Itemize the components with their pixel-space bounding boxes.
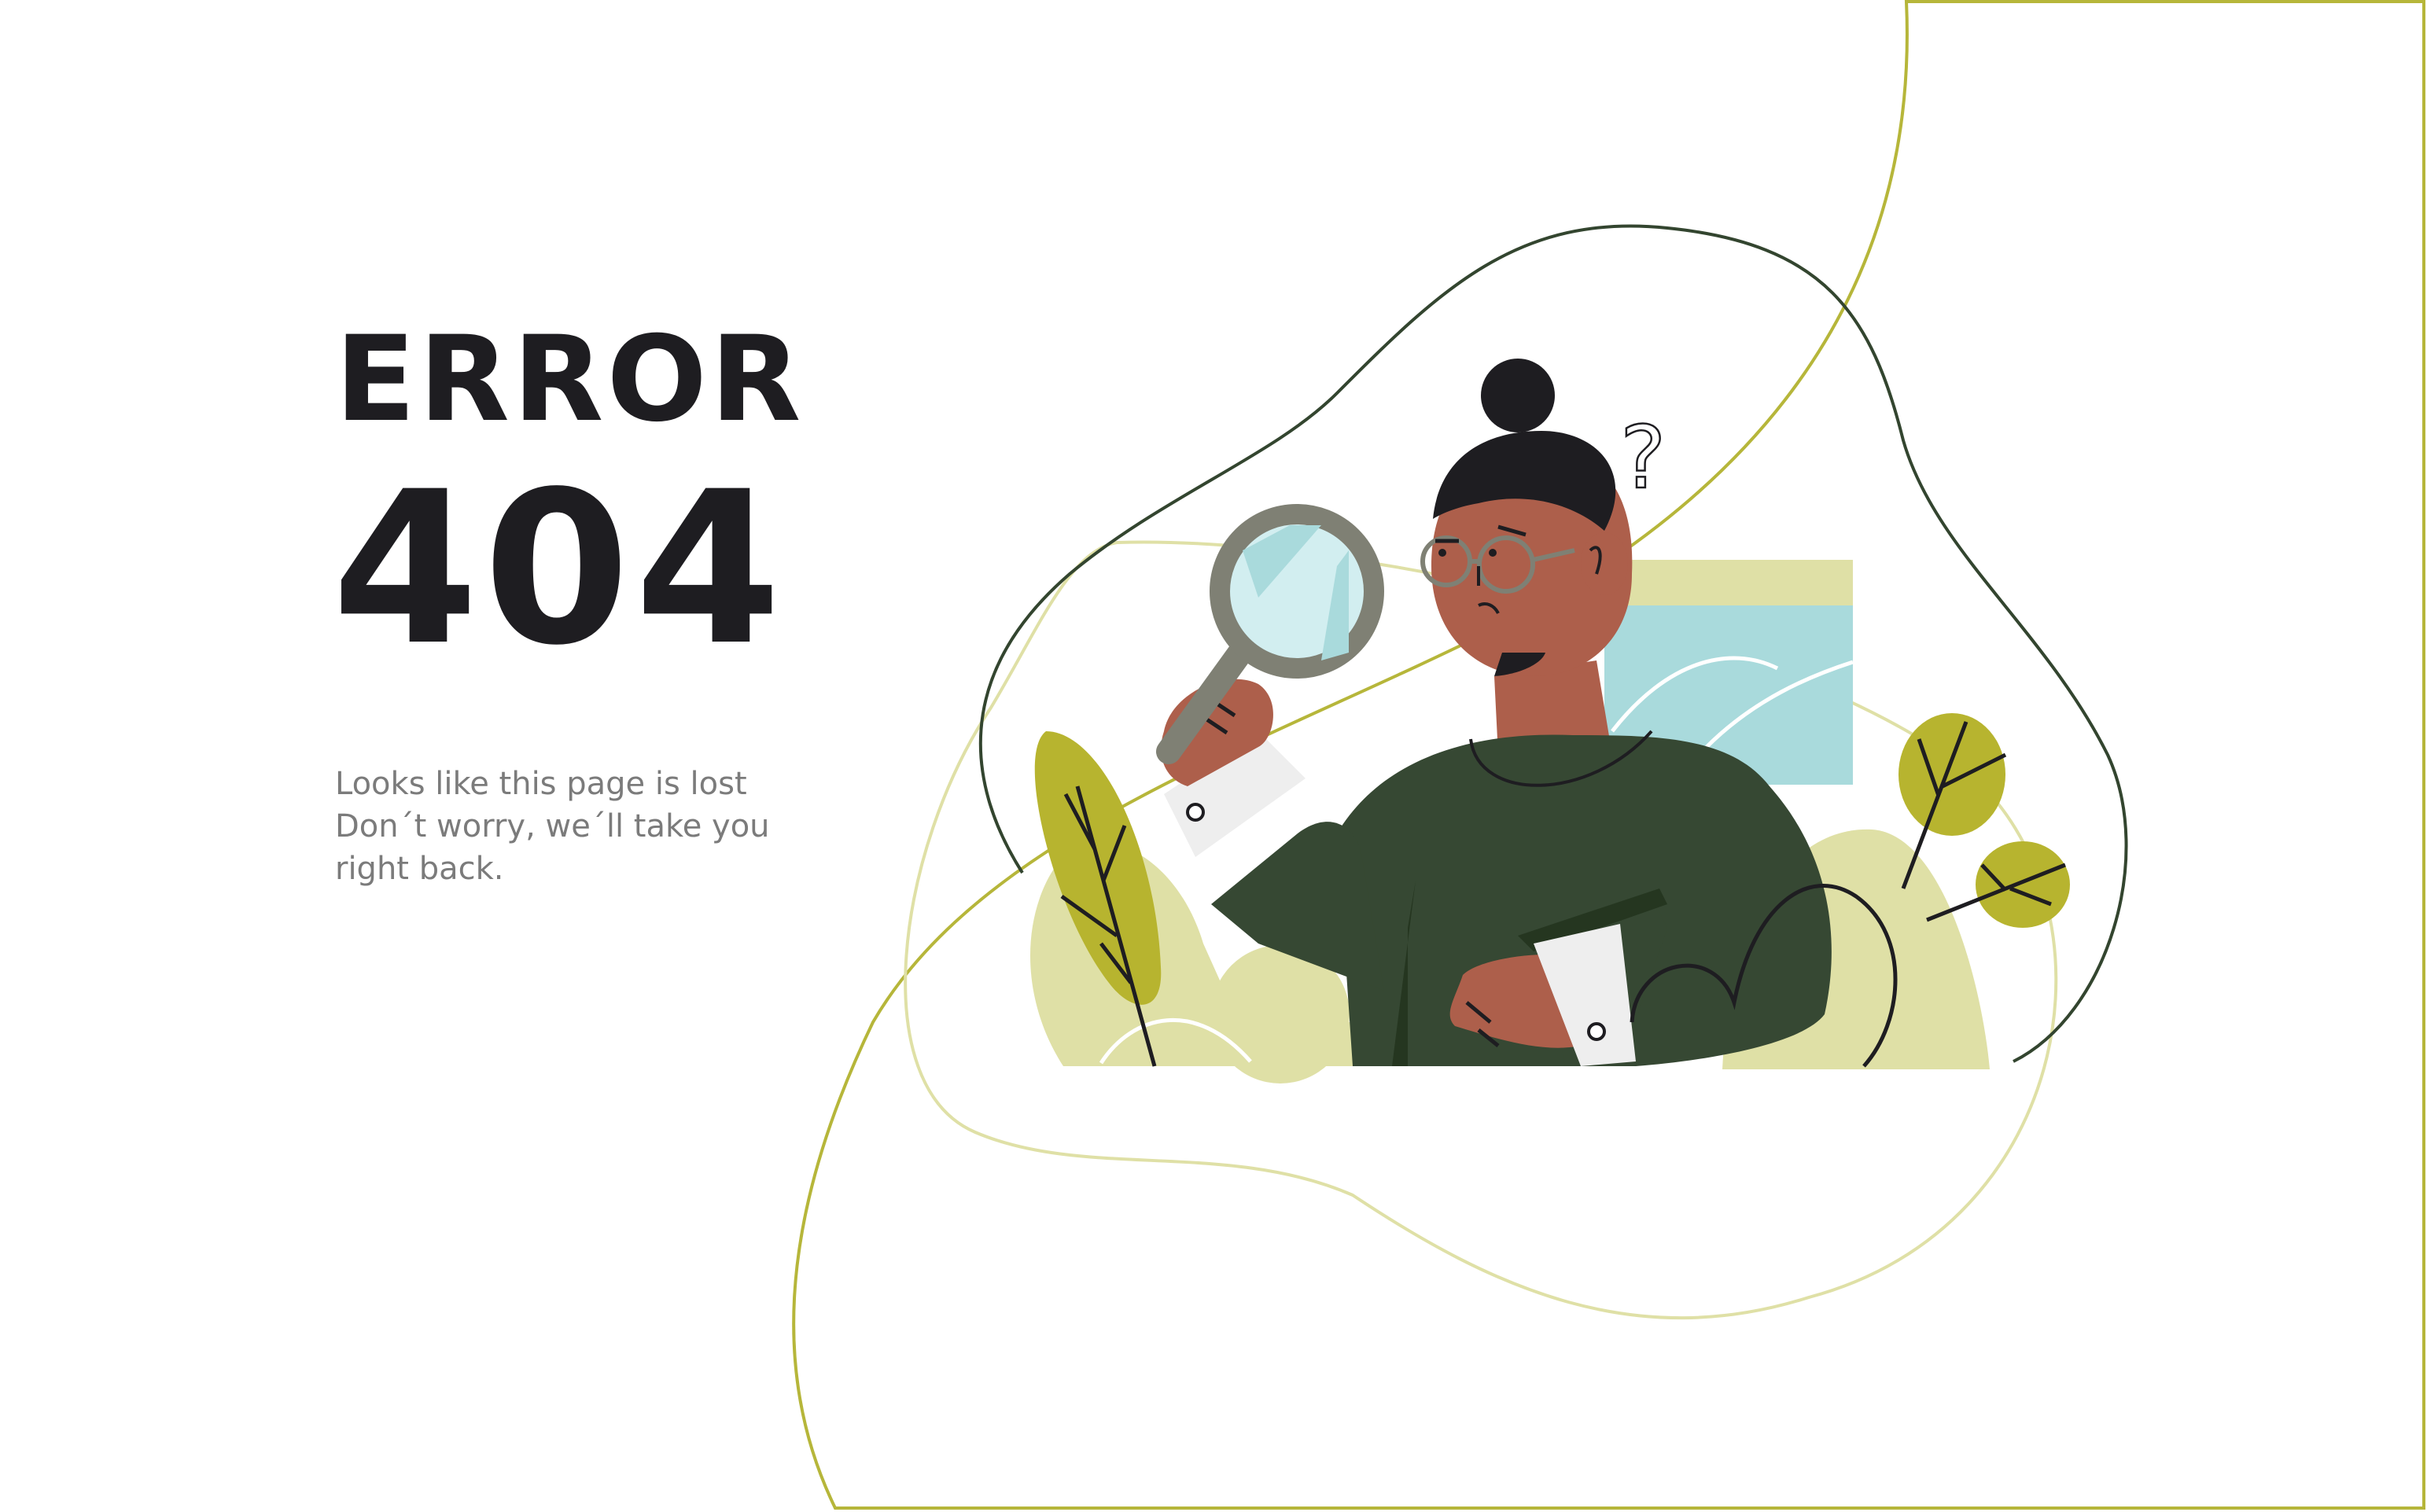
- error-message: Looks like this page is lost Don´t worry…: [335, 763, 775, 890]
- error-illustration: ?: [792, 0, 2425, 1510]
- message-line-3: right back.: [335, 851, 504, 887]
- error-code: 404: [332, 447, 786, 692]
- error-title: ERROR: [335, 311, 805, 448]
- message-line-1: Looks like this page is lost: [335, 766, 747, 802]
- question-mark-icon: ?: [1619, 407, 1667, 510]
- message-line-2: Don´t worry, we´ll take you: [335, 808, 770, 844]
- question-mark: ?: [1620, 407, 1666, 508]
